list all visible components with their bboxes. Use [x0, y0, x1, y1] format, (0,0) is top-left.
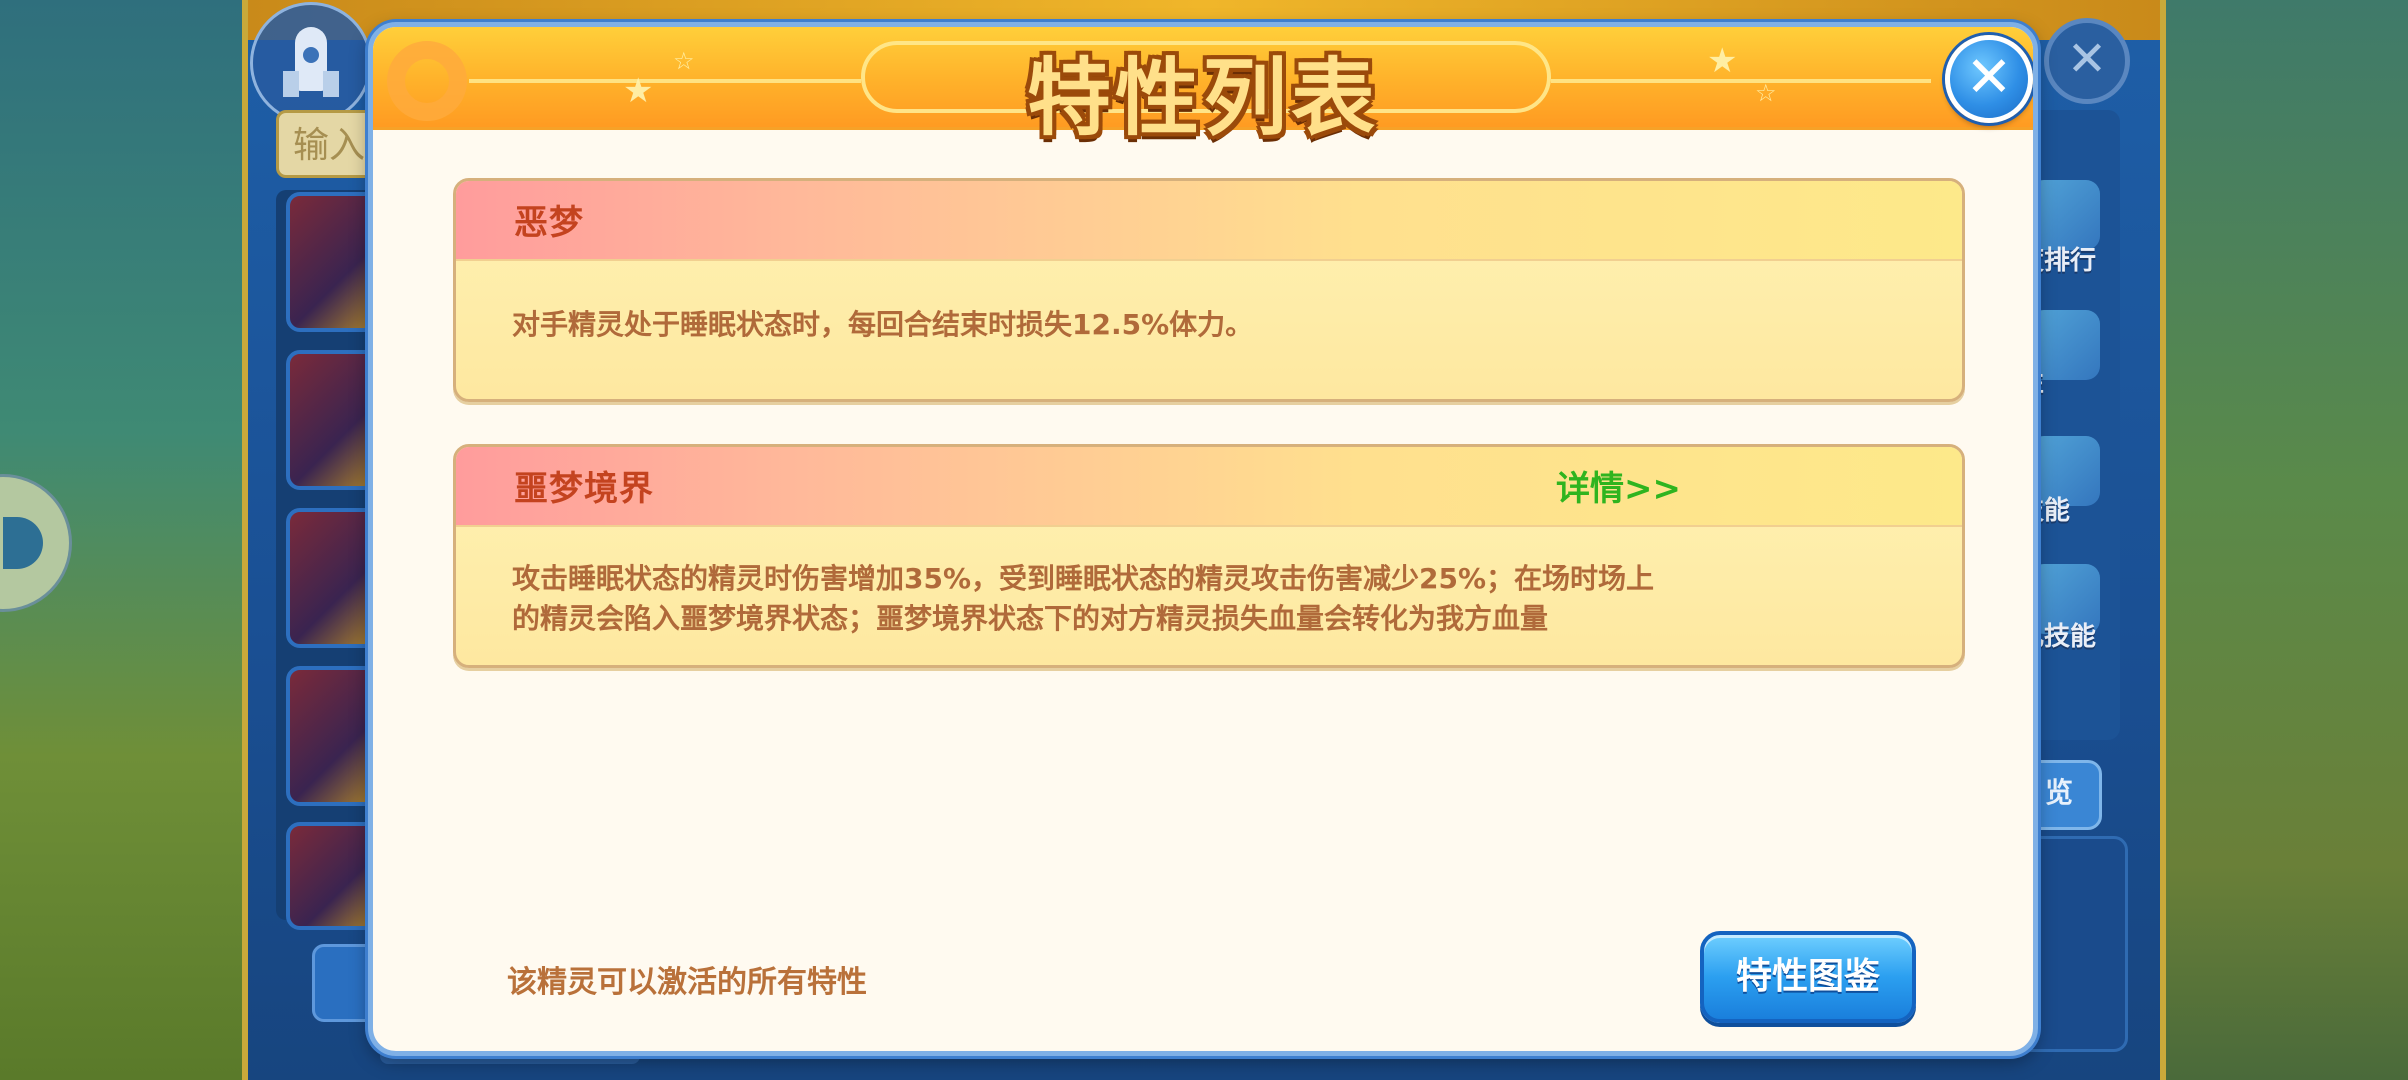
trait-list-dialog: ★ ☆ ★ ☆ 特性列表 ✕ 恶梦 对手精灵处于睡眠状态时，每回合结束时损失12… — [368, 22, 2038, 1056]
trait-card-header: 噩梦境界 详情>> — [456, 447, 1962, 527]
background-close-button[interactable]: ✕ — [2044, 18, 2130, 104]
trait-codex-button[interactable]: 特性图鉴 — [1700, 931, 1916, 1023]
close-button[interactable]: ✕ — [1945, 35, 2033, 123]
close-icon: ✕ — [1965, 45, 2013, 110]
trait-description-line: 攻击睡眠状态的精灵时伤害增加35%，受到睡眠状态的精灵攻击伤害减少25%；在场时… — [512, 562, 1655, 595]
trait-description-line: 的精灵会陷入噩梦境界状态；噩梦境界状态下的对方精灵损失血量会转化为我方血量 — [512, 602, 1549, 635]
background-right-scenery — [2166, 0, 2408, 1080]
trait-name: 恶梦 — [514, 203, 584, 243]
trait-description: 对手精灵处于睡眠状态时，每回合结束时损失12.5%体力。 — [512, 308, 1254, 341]
dialog-header: ★ ☆ ★ ☆ 特性列表 — [373, 27, 2033, 147]
rocket-button[interactable] — [250, 2, 372, 124]
trait-card: 噩梦境界 详情>> 攻击睡眠状态的精灵时伤害增加35%，受到睡眠状态的精灵攻击伤… — [453, 444, 1965, 668]
bubble-dot-icon — [3, 517, 43, 569]
trait-name: 噩梦境界 — [514, 469, 654, 509]
trait-detail-link[interactable]: 详情>> — [1556, 461, 1681, 510]
trait-card-header: 恶梦 — [456, 181, 1962, 261]
footer-note: 该精灵可以激活的所有特性 — [507, 965, 867, 1000]
dialog-title: 特性列表 — [1026, 49, 1379, 147]
trait-card: 恶梦 对手精灵处于睡眠状态时，每回合结束时损失12.5%体力。 — [453, 178, 1965, 402]
